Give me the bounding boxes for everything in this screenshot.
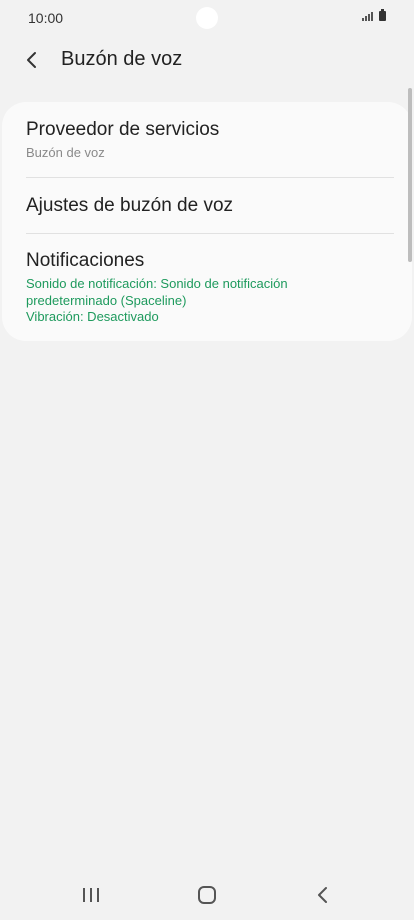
chevron-left-icon (27, 52, 36, 68)
status-bar: 10:00 (0, 0, 414, 36)
navigation-bar (0, 870, 414, 920)
notification-sound-line-2: predeterminado (Spaceline) (26, 292, 187, 308)
app-bar: Buzón de voz (0, 36, 414, 84)
status-icons (362, 9, 386, 21)
settings-item-title: Ajustes de buzón de voz (26, 195, 234, 216)
signal-icon (362, 11, 373, 21)
back-button[interactable] (18, 46, 50, 74)
recents-icon (83, 888, 99, 902)
vibration-status: Vibración: Desactivado (26, 309, 159, 324)
settings-item-voicemail-settings[interactable]: Ajustes de buzón de voz (26, 194, 394, 218)
notification-sound-line: Sonido de notificación: Sonido de notifi… (26, 276, 288, 291)
settings-item-notifications[interactable]: Notificaciones Sonido de notificación: S… (26, 249, 394, 326)
settings-item-title: Proveedor de servicios (26, 119, 220, 140)
battery-icon (379, 9, 386, 21)
back-icon (318, 887, 327, 903)
divider (26, 233, 394, 234)
home-button[interactable] (187, 882, 227, 908)
page-title: Buzón de voz (61, 48, 183, 70)
settings-item-title: Notificaciones (26, 250, 145, 271)
scrollbar[interactable] (408, 88, 412, 262)
front-camera-cutout (196, 7, 218, 29)
settings-item-subtitle: Buzón de voz (26, 145, 105, 160)
settings-item-service-provider[interactable]: Proveedor de servicios Buzón de voz (26, 118, 394, 161)
settings-card: Proveedor de servicios Buzón de voz Ajus… (2, 102, 412, 341)
home-icon (198, 886, 216, 904)
divider (26, 177, 394, 178)
recents-button[interactable] (71, 882, 111, 908)
status-time: 10:00 (28, 10, 64, 26)
nav-back-button[interactable] (303, 882, 343, 908)
